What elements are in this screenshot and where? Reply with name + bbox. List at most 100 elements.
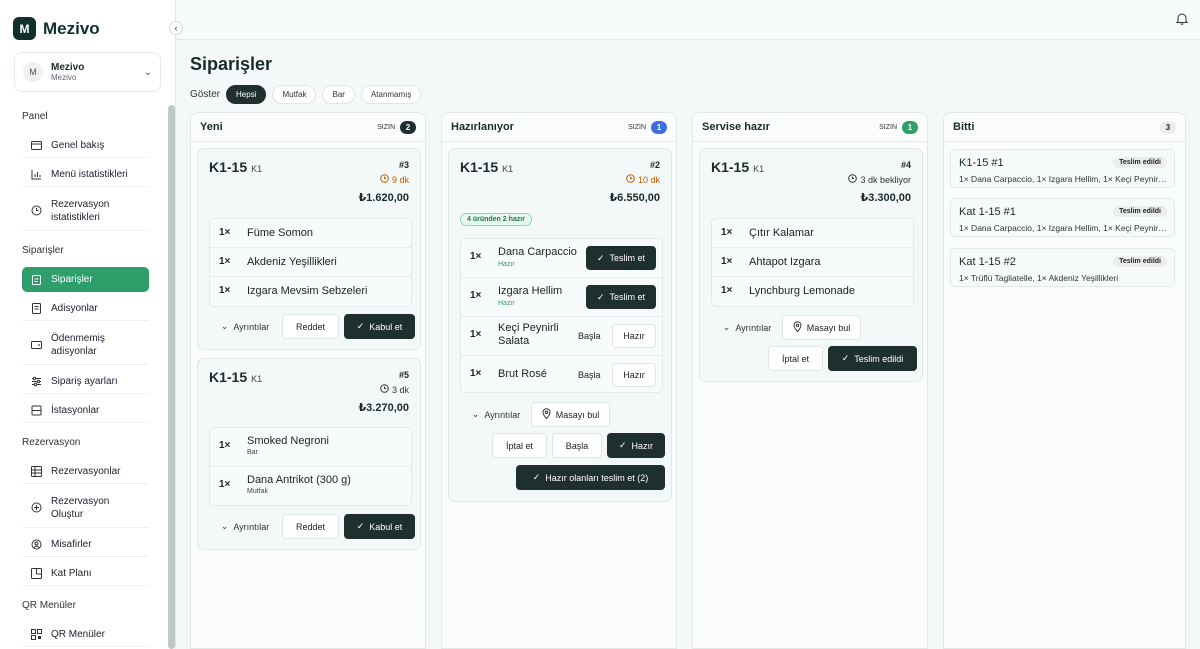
sidebar-item-siparis-ayarlari[interactable]: Sipariş ayarları — [22, 369, 149, 394]
sidebar-item-label: Genel bakış — [51, 139, 105, 151]
app-name: Mezivo — [43, 18, 100, 38]
order-card: K1-15 K1 #4 3 dk bekliyor ₺3.300,00 1× Çıt… — [699, 148, 923, 382]
ready-button[interactable]: ✓ Hazır — [607, 433, 665, 458]
order-elapsed: 9 dk — [380, 174, 409, 185]
list-item: 1× Dana Carpaccio Hazır ✓ Teslim et — [461, 239, 662, 278]
start-item-button[interactable]: Başla — [578, 331, 601, 341]
sidebar-item-misafirler[interactable]: Misafirler — [22, 532, 149, 557]
order-items: 1× Füme Somon 1× Akdeniz Yeşillikleri 1× Iz… — [209, 218, 412, 307]
count-badge: 2 — [400, 120, 416, 134]
sidebar-item-label: Ödenmemiş adisyonlar — [51, 332, 105, 357]
cancel-button[interactable]: İptal et — [492, 433, 547, 458]
clock-icon — [848, 174, 858, 185]
sidebar-item-label: Adisyonlar — [51, 302, 98, 314]
clock-icon — [380, 174, 389, 185]
ready-item-button[interactable]: Hazır — [612, 363, 656, 387]
section-panel: Panel — [22, 111, 48, 122]
check-icon: ✓ — [356, 321, 365, 331]
org-sub: Mezivo — [51, 73, 77, 82]
done-order-card[interactable]: Kat 1-15 #1 Teslim edildi 1× Dana Carpacc… — [950, 198, 1175, 237]
details-button[interactable]: ⌄ Ayrıntılar — [463, 402, 529, 427]
avatar: M — [23, 62, 43, 82]
details-button[interactable]: ⌄ Ayrıntılar — [212, 314, 278, 339]
filter-chip-bar[interactable]: Bar — [322, 85, 355, 104]
sidebar-item-genel-bakis[interactable]: Genel bakış — [22, 133, 149, 158]
order-number: #5 — [398, 370, 409, 380]
order-table: Kat 1-15 #1 — [959, 206, 1016, 218]
check-icon: ✓ — [618, 440, 627, 450]
sidebar-item-siparisler[interactable]: Siparişler — [22, 267, 149, 292]
list-item: 1× Füme Somon — [210, 219, 411, 248]
filter-chip-hepsi[interactable]: Hepsi — [226, 85, 267, 104]
plus-circle-icon — [31, 502, 42, 513]
done-order-card[interactable]: K1-15 #1 Teslim edildi 1× Dana Carpaccio,… — [950, 149, 1175, 188]
section-qr-menuler: QR Menüler — [22, 600, 76, 611]
order-card: K1-15 K1 #5 3 dk ₺3.270,00 1× Smoked Negro… — [197, 358, 421, 550]
sidebar-item-qr-menuler[interactable]: QR Menüler — [22, 622, 149, 647]
order-elapsed: 10 dk — [626, 174, 660, 185]
done-order-card[interactable]: Kat 1-15 #2 Teslim edildi 1× Trüflü Tagli… — [950, 248, 1175, 287]
deliver-item-button[interactable]: ✓ Teslim et — [586, 246, 656, 270]
sidebar-scrollbar[interactable] — [168, 105, 175, 649]
deliver-ready-button[interactable]: ✓ Hazır olanları teslim et (2) — [516, 465, 665, 490]
delivered-button[interactable]: ✓ Teslim edildi — [828, 346, 917, 371]
sidebar-item-istasyonlar[interactable]: İstasyonlar — [22, 398, 149, 423]
floor-plan-icon — [31, 567, 42, 579]
sidebar-item-adisyonlar[interactable]: Adisyonlar — [22, 296, 149, 321]
sidebar-item-label: İstasyonlar — [51, 404, 100, 416]
reject-button[interactable]: Reddet — [282, 514, 339, 539]
sidebar-item-menu-istatistikleri[interactable]: Menü istatistikleri — [22, 162, 149, 187]
deliver-item-button[interactable]: ✓ Teslim et — [586, 285, 656, 309]
dashboard-icon — [31, 140, 42, 151]
start-button[interactable]: Başla — [552, 433, 602, 458]
location-pin-icon — [542, 408, 551, 421]
details-button[interactable]: ⌄ Ayrıntılar — [714, 315, 780, 340]
find-table-button[interactable]: Masayı bul — [531, 402, 610, 427]
find-table-button[interactable]: Masayı bul — [782, 315, 861, 340]
sliders-icon — [31, 376, 42, 387]
bell-icon[interactable] — [1175, 12, 1189, 30]
chevron-down-icon: ⌄ — [471, 409, 480, 419]
chevron-down-icon: ⌄ — [220, 521, 229, 531]
sidebar-item-label: QR Menüler — [51, 628, 105, 640]
wallet-icon — [31, 339, 42, 350]
clock-icon — [31, 205, 42, 216]
page-title: Siparişler — [190, 54, 273, 74]
reject-button[interactable]: Reddet — [282, 314, 339, 339]
table-icon — [31, 465, 42, 477]
sidebar-item-rezervasyon-olustur[interactable]: Rezervasyon Oluştur — [22, 488, 149, 528]
receipt-icon — [31, 302, 42, 314]
check-icon: ✓ — [356, 521, 365, 531]
app-logo[interactable]: M Mezivo — [13, 17, 100, 40]
column-hazirlaniyor: Hazırlanıyor SIZIN 1 K1-15 K1 #2 10 dk ₺6.… — [441, 112, 677, 649]
filter-bar: Göster Hepsi Mutfak Bar Atanmamış — [190, 85, 422, 104]
cancel-button[interactable]: İptal et — [768, 346, 823, 371]
list-item: 1× Izgara Mevsim Sebzeleri — [219, 285, 368, 297]
bar-chart-icon — [31, 169, 42, 180]
start-item-button[interactable]: Başla — [578, 370, 601, 380]
filter-chip-atanmamis[interactable]: Atanmamış — [360, 85, 422, 104]
filter-chip-mutfak[interactable]: Mutfak — [272, 85, 317, 104]
list-item: 1× Dana Antrikot (300 g) Mutfak — [219, 474, 351, 495]
order-card: K1-15 K1 #3 9 dk ₺1.620,00 1× Füme Somon 1… — [197, 148, 421, 350]
clock-icon — [626, 174, 635, 185]
sidebar-item-odenmemis-adisyonlar[interactable]: Ödenmemiş adisyonlar — [22, 325, 149, 365]
accept-button[interactable]: ✓ Kabul et — [344, 514, 415, 539]
check-icon: ✓ — [532, 472, 541, 482]
sidebar-item-kat-plani[interactable]: Kat Planı — [22, 561, 149, 586]
list-item: 1× Brut Rosé Başla Hazır — [461, 356, 662, 394]
details-button[interactable]: ⌄ Ayrıntılar — [212, 514, 278, 539]
collapse-sidebar-button[interactable]: ‹ — [169, 21, 183, 35]
column-servise-hazir: Servise hazır SIZIN 1 K1-15 K1 #4 3 dk bek… — [692, 112, 928, 649]
sidebar-item-rezervasyonlar[interactable]: Rezervasyonlar — [22, 459, 149, 484]
column-title: Bitti — [953, 121, 975, 133]
order-number: #3 — [398, 160, 409, 170]
accept-button[interactable]: ✓ Kabul et — [344, 314, 415, 339]
list-item: 1× Ahtapot Izgara — [712, 248, 913, 277]
list-item: 1× Smoked Negroni Bar — [210, 428, 411, 467]
org-switcher[interactable]: M Mezivo Mezivo ⌄ — [14, 52, 161, 92]
count-badge: 3 — [1160, 120, 1176, 134]
sidebar-item-rezervasyon-istatistikleri[interactable]: Rezervasyon istatistikleri — [22, 191, 149, 231]
ready-item-button[interactable]: Hazır — [612, 324, 656, 348]
order-total: ₺1.620,00 — [358, 192, 409, 204]
